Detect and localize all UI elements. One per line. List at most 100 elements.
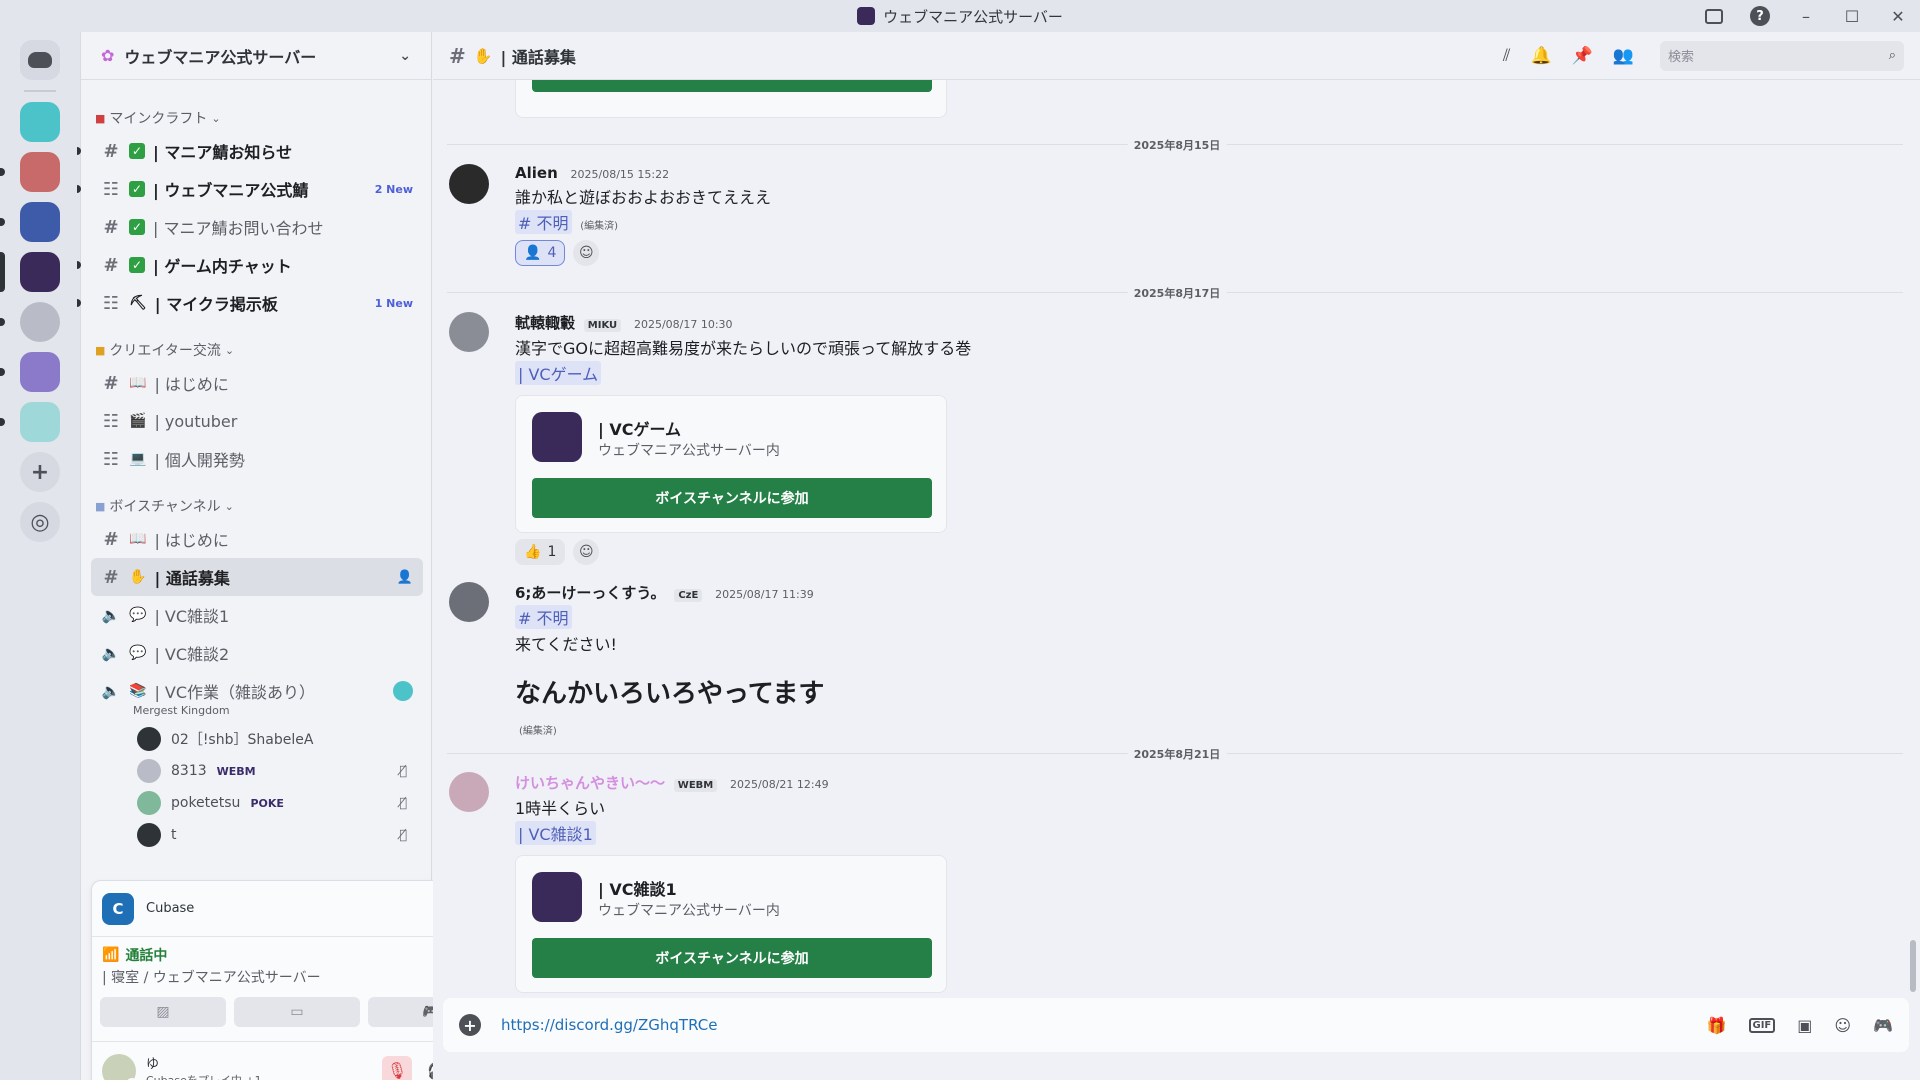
maximize-button[interactable]: ☐ — [1840, 4, 1864, 28]
window-title: ウェブマニア公式サーバー — [857, 6, 1063, 27]
gift-icon[interactable]: 🎁 — [1707, 1016, 1727, 1035]
close-button[interactable]: ✕ — [1886, 4, 1910, 28]
voice-user[interactable]: 8313 WEBM 🎙̸ — [91, 755, 423, 787]
discord-logo-icon — [28, 52, 52, 68]
username[interactable]: 軾轅輙轂 — [515, 314, 575, 332]
server-icon-webmania[interactable] — [0, 252, 60, 292]
camera-off-button[interactable]: ▨ — [100, 997, 226, 1027]
server-header[interactable]: ✿ ウェブマニア公式サーバー ⌄ — [81, 32, 431, 80]
channel-label: | マニア鯖お知らせ — [153, 143, 293, 162]
computer-icon: 💻 — [129, 451, 147, 467]
category-voice[interactable]: ■ ボイスチャンネル ⌄ — [91, 478, 423, 520]
voice-user[interactable]: 02［!shb］ShabeleA — [91, 723, 423, 755]
channel-mention[interactable]: # 不明 — [515, 210, 572, 234]
add-member-icon[interactable]: 👤 — [397, 570, 413, 585]
hash-icon: # — [103, 254, 119, 276]
category-creator[interactable]: ■ クリエイター交流 ⌄ — [91, 322, 423, 364]
username[interactable]: Alien — [515, 164, 558, 182]
server-icon-6[interactable] — [0, 352, 60, 392]
minimize-button[interactable]: – — [1794, 4, 1818, 28]
channel-ingame-chat[interactable]: # ✓ | ゲーム内チャット — [77, 246, 423, 284]
username[interactable]: けいちゃんやきい〜〜 — [515, 774, 665, 792]
speaker-icon: ■ — [95, 499, 106, 513]
avatar[interactable] — [449, 772, 489, 812]
channel-youtuber[interactable]: ☷ 🎬 | youtuber — [91, 402, 423, 440]
channel-minecraft-board[interactable]: ☷ ⛏ | マイクラ掲示板 1 New — [77, 284, 423, 322]
new-badge: 2 New — [374, 182, 413, 196]
add-reaction-icon[interactable]: ☺ — [573, 240, 600, 266]
add-reaction-icon[interactable]: ☺ — [573, 539, 600, 565]
search-input[interactable]: 検索 ⌕ — [1660, 40, 1904, 71]
mute-mic-icon[interactable]: 🎙 — [382, 1055, 412, 1080]
avatar[interactable] — [449, 312, 489, 352]
activity-name: Cubase — [146, 901, 195, 916]
apps-icon[interactable]: 🎮 — [1873, 1016, 1893, 1035]
message-heading: なんかいろいろやってます — [515, 679, 825, 709]
channel-mention[interactable]: | VCゲーム — [515, 361, 602, 385]
channel-vc-work[interactable]: 🔈 📚 | VC作業（雑談あり） — [91, 672, 423, 710]
members-icon[interactable]: 👥 — [1613, 46, 1634, 66]
message: Alien 2025/08/15 15:22 誰か私と遊ぼおおよおおきてえええ … — [449, 164, 1879, 266]
server-icon-7[interactable] — [0, 402, 60, 442]
voice-invite-card: | VCゲーム ウェブマニア公式サーバー内 ボイスチャンネルに参加 — [515, 395, 947, 533]
threads-icon[interactable]: ⫽ — [1503, 46, 1511, 66]
channel-mania-inquiry[interactable]: # ✓ | マニア鯖お問い合わせ — [91, 208, 423, 246]
join-voice-button[interactable] — [532, 80, 932, 92]
channel-label: | はじめに — [154, 375, 229, 394]
thumbs-up-icon: 👍 — [524, 544, 542, 560]
voice-user[interactable]: t 🎙̸ — [91, 819, 423, 851]
voice-user-name: 8313 — [171, 763, 207, 779]
category-label: クリエイター交流 — [109, 343, 221, 359]
emoji-icon[interactable]: ☺ — [1834, 1016, 1851, 1035]
channel-mention[interactable]: | VC雑談1 — [515, 821, 596, 845]
screen-share-button[interactable]: ▭ — [234, 997, 360, 1027]
bell-icon[interactable]: 🔔 — [1530, 46, 1551, 66]
channel-label: | ゲーム内チャット — [153, 257, 292, 276]
inbox-icon[interactable] — [1702, 4, 1726, 28]
channel-vc-chat-2[interactable]: 🔈 💬 | VC雑談2 — [91, 634, 423, 672]
pin-icon[interactable]: 📌 — [1572, 46, 1593, 66]
signal-icon: 📶 — [102, 947, 120, 963]
server-icon-5[interactable] — [0, 302, 60, 342]
help-icon[interactable]: ? — [1748, 4, 1772, 28]
avatar[interactable] — [102, 1053, 138, 1080]
server-icon-3[interactable] — [0, 202, 60, 242]
voice-user-name: 02［!shb］ShabeleA — [171, 732, 314, 748]
chevron-down-icon: ⌄ — [211, 111, 221, 125]
category-label: マインクラフト — [109, 111, 208, 127]
scrollbar[interactable] — [1910, 940, 1916, 992]
voice-user[interactable]: poketetsu POKE 🎙̸ — [91, 787, 423, 819]
server-icon-1[interactable] — [20, 102, 60, 142]
channel-vc-chat-1[interactable]: 🔈 💬 | VC雑談1 — [91, 596, 423, 634]
username[interactable]: 6;あーけーっくすう。 — [515, 584, 666, 602]
avatar[interactable] — [449, 164, 489, 204]
reaction-count: 4 — [547, 245, 557, 261]
channel-webmania-official[interactable]: ☷ ✓ | ウェブマニア公式鯖 2 New — [77, 170, 423, 208]
reaction[interactable]: 👍 1 — [515, 539, 566, 565]
server-icon-2[interactable] — [0, 152, 60, 192]
add-server-button[interactable]: + — [20, 452, 60, 492]
reaction[interactable]: 👤 4 — [515, 240, 566, 266]
message-composer[interactable]: + https://discord.gg/ZGhqTRCe 🎁 GIF ▣ ☺ … — [443, 998, 1909, 1052]
avatar — [137, 759, 161, 783]
gif-icon[interactable]: GIF — [1748, 1017, 1776, 1033]
edited-label: (編集済) — [519, 726, 557, 737]
channel-mania-news[interactable]: # ✓ | マニア鯖お知らせ — [77, 132, 423, 170]
message-text: 1時半くらい — [515, 799, 606, 818]
avatar — [137, 727, 161, 751]
message-input[interactable]: https://discord.gg/ZGhqTRCe — [501, 1016, 717, 1034]
plus-icon[interactable]: + — [459, 1014, 481, 1036]
channel-voice-intro[interactable]: # 📖 | はじめに — [91, 520, 423, 558]
join-voice-button[interactable]: ボイスチャンネルに参加 — [532, 478, 932, 518]
creeper-icon: ■ — [95, 111, 106, 125]
category-minecraft[interactable]: ■ マインクラフト ⌄ — [91, 88, 423, 132]
sticker-icon[interactable]: ▣ — [1797, 1016, 1812, 1035]
join-voice-button[interactable]: ボイスチャンネルに参加 — [532, 938, 932, 978]
discover-button[interactable]: ◎ — [20, 502, 60, 542]
channel-call-recruit[interactable]: # ✋ | 通話募集 👤 — [91, 558, 423, 596]
channel-creator-intro[interactable]: # 📖 | はじめに — [91, 364, 423, 402]
home-button[interactable] — [20, 40, 60, 80]
channel-indie-dev[interactable]: ☷ 💻 | 個人開発勢 — [91, 440, 423, 478]
channel-mention[interactable]: # 不明 — [515, 605, 572, 629]
avatar[interactable] — [449, 582, 489, 622]
